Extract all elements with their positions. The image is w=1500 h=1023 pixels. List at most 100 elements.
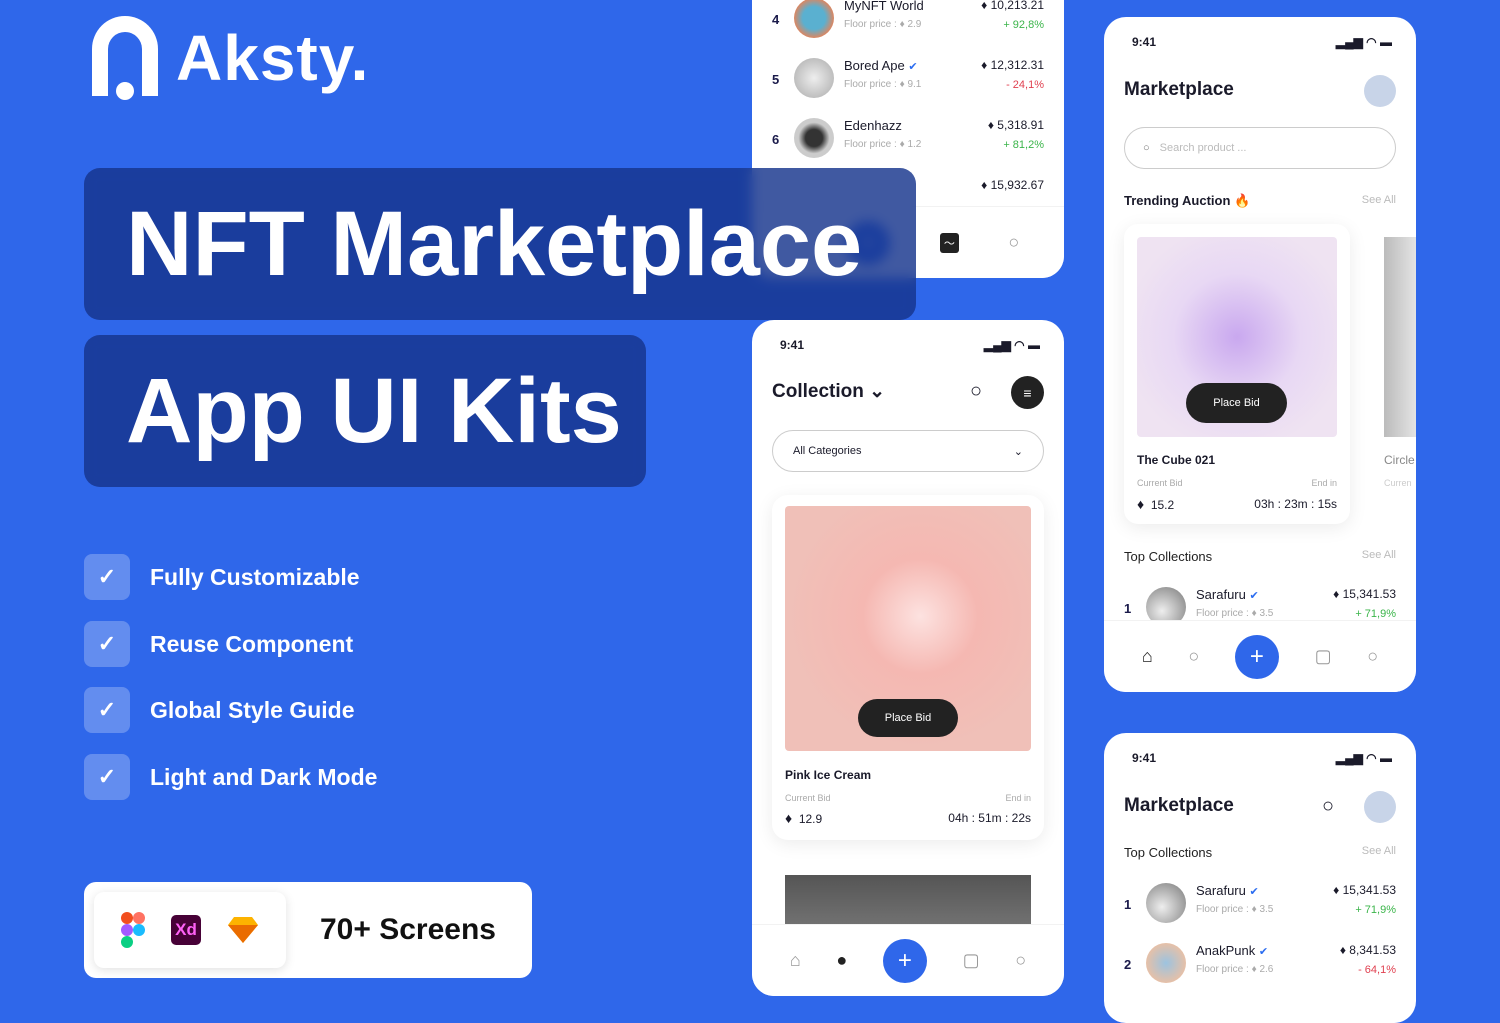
place-bid-button[interactable]: Place Bid xyxy=(1186,383,1287,423)
price: ♦ 15,932.67 xyxy=(981,178,1044,192)
check-icon: ✓ xyxy=(84,621,130,667)
section-title: Top Collections xyxy=(1124,549,1213,564)
list-item[interactable]: 5 Bored Ape ✔ Floor price : ♦ 9.1 ♦ 12,312.… xyxy=(772,58,1044,106)
brand-name: Aksty. xyxy=(176,22,370,94)
rank: 5 xyxy=(772,72,780,87)
list-item[interactable]: 4 MyNFT World Floor price : ♦ 2.9 ♦ 10,213.… xyxy=(772,0,1044,46)
price: ♦ 5,318.91 xyxy=(987,118,1044,132)
headline-line1: NFT Marketplace xyxy=(84,168,916,320)
check-icon: ✓ xyxy=(84,754,130,800)
feature-item: ✓ Reuse Component xyxy=(84,621,353,667)
search-icon[interactable]: ○ xyxy=(970,380,982,403)
stats-icon[interactable]: ▢ xyxy=(963,950,980,971)
price: ♦ 12,312.31 xyxy=(981,58,1044,72)
feature-label: Global Style Guide xyxy=(150,696,355,723)
search-icon[interactable]: ○ xyxy=(1188,646,1199,667)
collection-name: Edenhazz xyxy=(844,118,902,133)
brand-logo: Aksty. xyxy=(92,16,369,100)
avatar xyxy=(794,118,834,158)
headline-line2: App UI Kits xyxy=(84,335,646,487)
filter-icon[interactable]: ≡ xyxy=(1011,376,1044,409)
change: - 24,1% xyxy=(1006,79,1044,91)
profile-icon[interactable]: ○ xyxy=(1367,646,1378,667)
fire-icon: 🔥 xyxy=(1234,193,1251,208)
search-input[interactable]: ○ Search product ... xyxy=(1124,127,1396,169)
home-icon[interactable]: ⌂ xyxy=(1142,646,1153,667)
price: ♦ 10,213.21 xyxy=(981,0,1044,12)
list-item[interactable]: 2 AnakPunk ✔ Floor price : ♦ 2.6 ♦ 8,341.53… xyxy=(1124,943,1396,991)
verified-icon: ✔ xyxy=(1249,590,1259,602)
avatar[interactable] xyxy=(1364,791,1396,823)
screens-count: 70+ Screens xyxy=(320,913,496,946)
list-item[interactable]: 6 Edenhazz Floor price : ♦ 1.2 ♦ 5,318.91 + … xyxy=(772,118,1044,166)
nft-card[interactable]: Place Bid The Cube 021 Current Bid End i… xyxy=(1124,224,1350,524)
collection-phone: 9:41 ▂▄▆ ◠ ▬ Collection ⌄ ○ ≡ All Categor… xyxy=(752,320,1064,996)
search-icon[interactable]: ● xyxy=(836,950,847,971)
floor-price: Floor price : ♦ 1.2 xyxy=(844,139,922,150)
check-icon: ✓ xyxy=(84,554,130,600)
label: Curren xyxy=(1384,478,1412,488)
status-bar: 9:41 ▂▄▆ ◠ ▬ xyxy=(1132,35,1392,49)
see-all-link[interactable]: See All xyxy=(1362,194,1396,206)
tools-card: Xd 70+ Screens xyxy=(84,882,532,978)
check-icon: ✓ xyxy=(84,687,130,733)
floor-price: Floor price : ♦ 2.9 xyxy=(844,19,922,30)
status-bar: 9:41 ▂▄▆ ◠ ▬ xyxy=(1132,751,1392,765)
adobe-xd-icon: Xd xyxy=(171,915,201,945)
profile-icon[interactable]: ○ xyxy=(1008,232,1019,253)
change: + 81,2% xyxy=(1003,139,1044,151)
figma-icon xyxy=(121,912,145,948)
avatar[interactable] xyxy=(1364,75,1396,107)
home-icon[interactable]: ⌂ xyxy=(790,950,801,971)
feature-label: Reuse Component xyxy=(150,630,354,657)
profile-icon[interactable]: ○ xyxy=(1015,950,1026,971)
nft-title: Circle xyxy=(1384,453,1415,467)
section-title: Trending Auction 🔥 xyxy=(1124,193,1251,208)
place-bid-button[interactable]: Place Bid xyxy=(858,699,958,737)
stats-icon[interactable]: 〜 xyxy=(939,232,959,253)
current-bid: ♦ 15.2 xyxy=(1137,496,1175,512)
collection-name: Bored Ape ✔ xyxy=(844,58,918,73)
feature-item: ✓ Fully Customizable xyxy=(84,554,360,600)
bottom-nav: ⌂ ● + ▢ ○ xyxy=(752,924,1064,996)
section-title: Top Collections xyxy=(1124,845,1213,860)
page-title: Marketplace xyxy=(1124,79,1234,100)
search-icon: ○ xyxy=(1143,142,1150,154)
sketch-icon xyxy=(228,917,258,943)
tool-icons: Xd xyxy=(94,892,286,968)
see-all-link[interactable]: See All xyxy=(1362,845,1396,857)
countdown: 03h : 23m : 15s xyxy=(1254,497,1337,511)
add-button[interactable]: + xyxy=(1234,634,1279,679)
page-title[interactable]: Collection ⌄ xyxy=(772,380,885,403)
page-title: Marketplace xyxy=(1124,795,1234,816)
chevron-down-icon: ⌄ xyxy=(1013,445,1023,458)
nft-image xyxy=(1384,237,1416,437)
current-bid: ♦ 12.9 xyxy=(785,810,823,826)
ethereum-icon: ♦ xyxy=(785,810,793,826)
marketplace-phone-2: 9:41 ▂▄▆ ◠ ▬ Marketplace ○ Top Collection… xyxy=(1104,733,1416,1023)
logo-mark-icon xyxy=(92,16,158,100)
feature-item: ✓ Light and Dark Mode xyxy=(84,754,377,800)
search-icon[interactable]: ○ xyxy=(1322,795,1334,818)
countdown: 04h : 51m : 22s xyxy=(948,811,1031,825)
avatar xyxy=(794,0,834,38)
list-item[interactable]: 1 Sarafuru ✔ Floor price : ♦ 3.5 ♦ 15,341.5… xyxy=(1124,883,1396,931)
feature-label: Fully Customizable xyxy=(150,563,360,590)
category-select[interactable]: All Categories ⌄ xyxy=(772,430,1044,472)
collection-name: MyNFT World xyxy=(844,0,924,13)
nft-card[interactable]: Place Bid Pink Ice Cream Current Bid End… xyxy=(772,495,1044,840)
verified-icon: ✔ xyxy=(908,61,918,73)
status-bar: 9:41 ▂▄▆ ◠ ▬ xyxy=(780,338,1040,352)
add-button[interactable]: + xyxy=(882,938,927,983)
nft-title: Pink Ice Cream xyxy=(785,768,872,782)
stats-icon[interactable]: ▢ xyxy=(1315,646,1332,667)
verified-icon: ✔ xyxy=(1249,886,1259,898)
label: Current Bid xyxy=(1137,478,1183,488)
see-all-link[interactable]: See All xyxy=(1362,549,1396,561)
feature-label: Light and Dark Mode xyxy=(150,763,378,790)
nft-title: The Cube 021 xyxy=(1137,453,1216,467)
rank: 4 xyxy=(772,12,780,27)
rank: 6 xyxy=(772,132,780,147)
ethereum-icon: ♦ xyxy=(1137,496,1145,512)
marketplace-phone: 9:41 ▂▄▆ ◠ ▬ Marketplace ○ Search product … xyxy=(1104,17,1416,692)
